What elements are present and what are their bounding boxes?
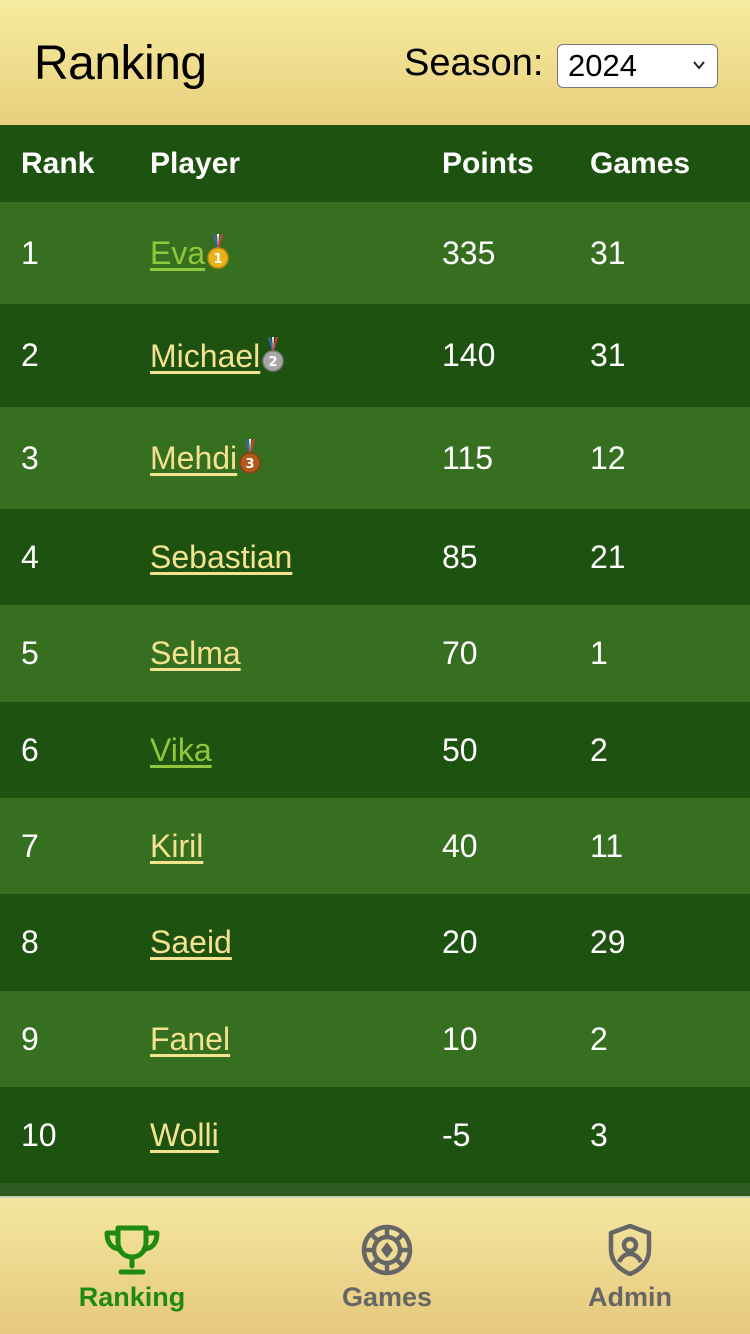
player-cell: Kiril — [129, 798, 421, 894]
app-header: Ranking Season: 2024 — [0, 0, 750, 125]
season-label: Season: — [404, 42, 544, 84]
tab-games-label: Games — [341, 1282, 433, 1312]
points-cell: 140 — [421, 304, 569, 407]
season-select[interactable]: 2024 — [557, 44, 718, 88]
points-cell: 40 — [421, 798, 569, 894]
player-cell: Sebastian — [129, 509, 421, 605]
player-link[interactable]: Saeid — [150, 924, 232, 960]
games-cell: 31 — [569, 202, 750, 304]
games-cell: 2 — [569, 991, 750, 1087]
bottom-tab-bar: Ranking Games Admin — [0, 1196, 750, 1334]
player-cell: Selma — [129, 605, 421, 702]
rank-cell: 3 — [0, 407, 129, 509]
svg-text:1: 1 — [214, 252, 223, 267]
table-row: 2 Michael 2 140 31 — [0, 304, 750, 407]
player-cell: Eva 1 — [129, 202, 421, 304]
player-link[interactable]: Selma — [150, 635, 241, 671]
rank-cell: 8 — [0, 894, 129, 991]
column-header-player: Player — [129, 125, 421, 202]
table-row: 7 Kiril 40 11 — [0, 798, 750, 894]
rank-cell: 10 — [0, 1087, 129, 1183]
shield-user-icon — [608, 1224, 652, 1276]
player-link[interactable]: Mehdi — [150, 440, 237, 476]
table-header-row: Rank Player Points Games — [0, 125, 750, 202]
chevron-down-icon — [693, 61, 705, 70]
season-select-value: 2024 — [568, 48, 637, 83]
rank-cell: 4 — [0, 509, 129, 605]
points-cell: 85 — [421, 509, 569, 605]
svg-text:3: 3 — [246, 457, 255, 472]
player-link[interactable]: Fanel — [150, 1021, 230, 1057]
table-row: 1 Eva 1 335 31 — [0, 202, 750, 304]
games-cell: 31 — [569, 304, 750, 407]
rank-cell: 6 — [0, 702, 129, 798]
games-cell: 3 — [569, 1087, 750, 1183]
points-cell: 50 — [421, 702, 569, 798]
player-link[interactable]: Michael — [150, 338, 260, 374]
rank-cell: 9 — [0, 991, 129, 1087]
player-cell: Fanel — [129, 991, 421, 1087]
table-row: 9 Fanel 10 2 — [0, 991, 750, 1087]
player-link[interactable]: Eva — [150, 235, 205, 271]
player-cell: Wolli — [129, 1087, 421, 1183]
ranking-table: Rank Player Points Games 1 Eva 1 335 31 2… — [0, 125, 750, 1183]
tab-admin[interactable]: Admin — [505, 1198, 750, 1334]
rank-cell: 7 — [0, 798, 129, 894]
points-cell: 70 — [421, 605, 569, 702]
svg-text:2: 2 — [269, 355, 278, 370]
games-cell: 2 — [569, 702, 750, 798]
column-header-points: Points — [421, 125, 569, 202]
points-cell: -5 — [421, 1087, 569, 1183]
column-header-games: Games — [569, 125, 750, 202]
points-cell: 335 — [421, 202, 569, 304]
rank-cell: 5 — [0, 605, 129, 702]
table-row: 6 Vika 50 2 — [0, 702, 750, 798]
player-link[interactable]: Kiril — [150, 828, 203, 864]
poker-chip-icon — [361, 1224, 413, 1276]
player-cell: Saeid — [129, 894, 421, 991]
player-cell: Vika — [129, 702, 421, 798]
page-title: Ranking — [34, 37, 207, 90]
player-link[interactable]: Sebastian — [150, 539, 292, 575]
tab-ranking[interactable]: Ranking — [7, 1198, 257, 1334]
tab-ranking-label: Ranking — [78, 1282, 186, 1312]
games-cell: 21 — [569, 509, 750, 605]
gold-medal-icon: 1 — [207, 234, 229, 269]
bronze-medal-icon: 3 — [239, 439, 261, 474]
silver-medal-icon: 2 — [262, 336, 285, 372]
player-cell: Michael 2 — [129, 304, 421, 407]
column-header-rank: Rank — [0, 125, 129, 202]
games-cell: 1 — [569, 605, 750, 702]
table-row: 5 Selma 70 1 — [0, 605, 750, 702]
player-link[interactable]: Wolli — [150, 1117, 219, 1153]
games-cell: 12 — [569, 407, 750, 509]
points-cell: 115 — [421, 407, 569, 509]
rank-cell: 1 — [0, 202, 129, 304]
player-cell: Mehdi 3 — [129, 407, 421, 509]
tab-admin-label: Admin — [588, 1282, 672, 1312]
player-link[interactable]: Vika — [150, 732, 212, 768]
table-row: 10 Wolli -5 3 — [0, 1087, 750, 1183]
rank-cell: 2 — [0, 304, 129, 407]
games-cell: 11 — [569, 798, 750, 894]
tab-games[interactable]: Games — [262, 1198, 512, 1334]
table-row: 4 Sebastian 85 21 — [0, 509, 750, 605]
games-cell: 29 — [569, 894, 750, 991]
table-row: 8 Saeid 20 29 — [0, 894, 750, 991]
trophy-icon — [104, 1225, 160, 1275]
table-row: 3 Mehdi 3 115 12 — [0, 407, 750, 509]
points-cell: 20 — [421, 894, 569, 991]
points-cell: 10 — [421, 991, 569, 1087]
